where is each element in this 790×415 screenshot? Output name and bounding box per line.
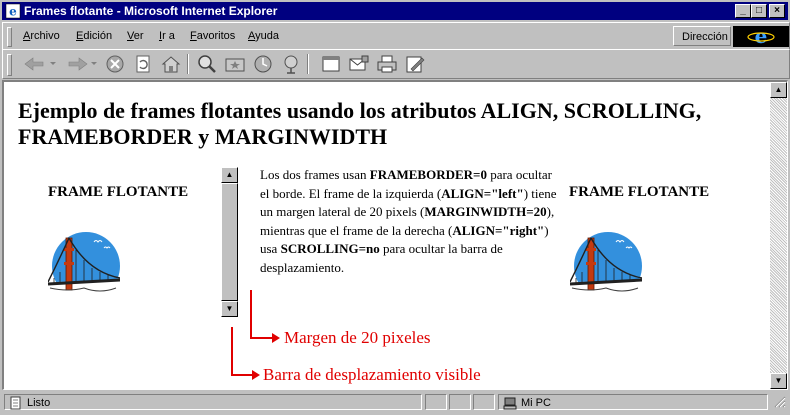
forward-icon[interactable] (63, 53, 99, 75)
menu-ver[interactable]: Ver (127, 30, 144, 42)
toolbar-separator (307, 54, 309, 74)
stop-icon[interactable] (103, 53, 127, 75)
window-title: Frames flotante - Microsoft Internet Exp… (24, 4, 278, 18)
status-pane (473, 394, 495, 410)
channels-icon[interactable] (279, 53, 303, 75)
favorites-icon[interactable] (223, 53, 247, 75)
page-scroll-up-button[interactable]: ▲ (770, 82, 787, 98)
status-pane (425, 394, 447, 410)
arrow-down-icon: ▼ (774, 376, 783, 385)
menu-favoritos[interactable]: Favoritos (190, 30, 235, 42)
menu-ir-a[interactable]: Ir a (159, 30, 175, 42)
print-icon[interactable] (375, 53, 399, 75)
address-label[interactable]: Dirección (673, 26, 731, 46)
scrollbar-annotation: Barra de desplazamiento visible (263, 365, 481, 384)
computer-icon (503, 397, 517, 410)
ie-logo-icon: e (747, 24, 775, 48)
toolbar-separator (187, 54, 189, 74)
svg-text:e: e (755, 26, 768, 47)
maximize-button[interactable]: □ (751, 4, 767, 18)
page-icon (10, 396, 21, 410)
minimize-button[interactable]: _ (735, 4, 751, 18)
web-page: Ejemplo de frames flotantes usando los a… (4, 82, 769, 389)
page-scroll-down-button[interactable]: ▼ (770, 373, 787, 389)
home-icon[interactable] (159, 53, 183, 75)
close-icon: × (774, 5, 780, 16)
menu-edicion[interactable]: Edición (76, 30, 112, 42)
scrollbar-arrow-head (252, 370, 260, 380)
minimize-icon: _ (740, 5, 746, 16)
menu-grip[interactable] (7, 27, 12, 47)
status-text-pane: Listo (4, 394, 422, 410)
menu-bar: Archivo Edición Ver Ir a Favoritos Ayuda… (2, 22, 790, 50)
close-button[interactable]: × (769, 4, 785, 18)
search-icon[interactable] (195, 53, 219, 75)
menu-archivo[interactable]: Archivo (23, 30, 60, 42)
margin-arrow-line (250, 290, 274, 339)
ie-brand-logo: e (733, 24, 789, 48)
zone-label: Mi PC (521, 397, 551, 409)
margin-arrow-head (272, 333, 280, 343)
page-vertical-scrollbar[interactable]: ▲ ▼ (770, 82, 787, 389)
maximize-icon: □ (755, 5, 763, 16)
resize-grip (774, 396, 786, 408)
title-bar[interactable]: e Frames flotante - Microsoft Internet E… (2, 2, 788, 20)
status-pane (449, 394, 471, 410)
history-icon[interactable] (251, 53, 275, 75)
standard-toolbar (2, 49, 790, 79)
status-bar: Listo Mi PC (2, 392, 788, 412)
back-icon[interactable] (21, 53, 59, 75)
security-zone-pane[interactable]: Mi PC (498, 394, 768, 410)
arrow-up-icon: ▲ (774, 85, 783, 94)
svg-text:e: e (9, 5, 17, 19)
mail-icon[interactable] (347, 53, 371, 75)
toolbar-grip[interactable] (7, 54, 12, 76)
menu-ayuda[interactable]: Ayuda (248, 30, 279, 42)
resize-grip-icon[interactable] (772, 394, 786, 410)
fullscreen-icon[interactable] (319, 53, 343, 75)
browser-viewport: Ejemplo de frames flotantes usando los a… (2, 80, 788, 390)
status-text: Listo (27, 397, 51, 409)
internet-explorer-icon: e (5, 3, 21, 19)
refresh-icon[interactable] (131, 53, 155, 75)
margin-annotation: Margen de 20 pixeles (284, 328, 431, 347)
edit-icon[interactable] (403, 53, 427, 75)
